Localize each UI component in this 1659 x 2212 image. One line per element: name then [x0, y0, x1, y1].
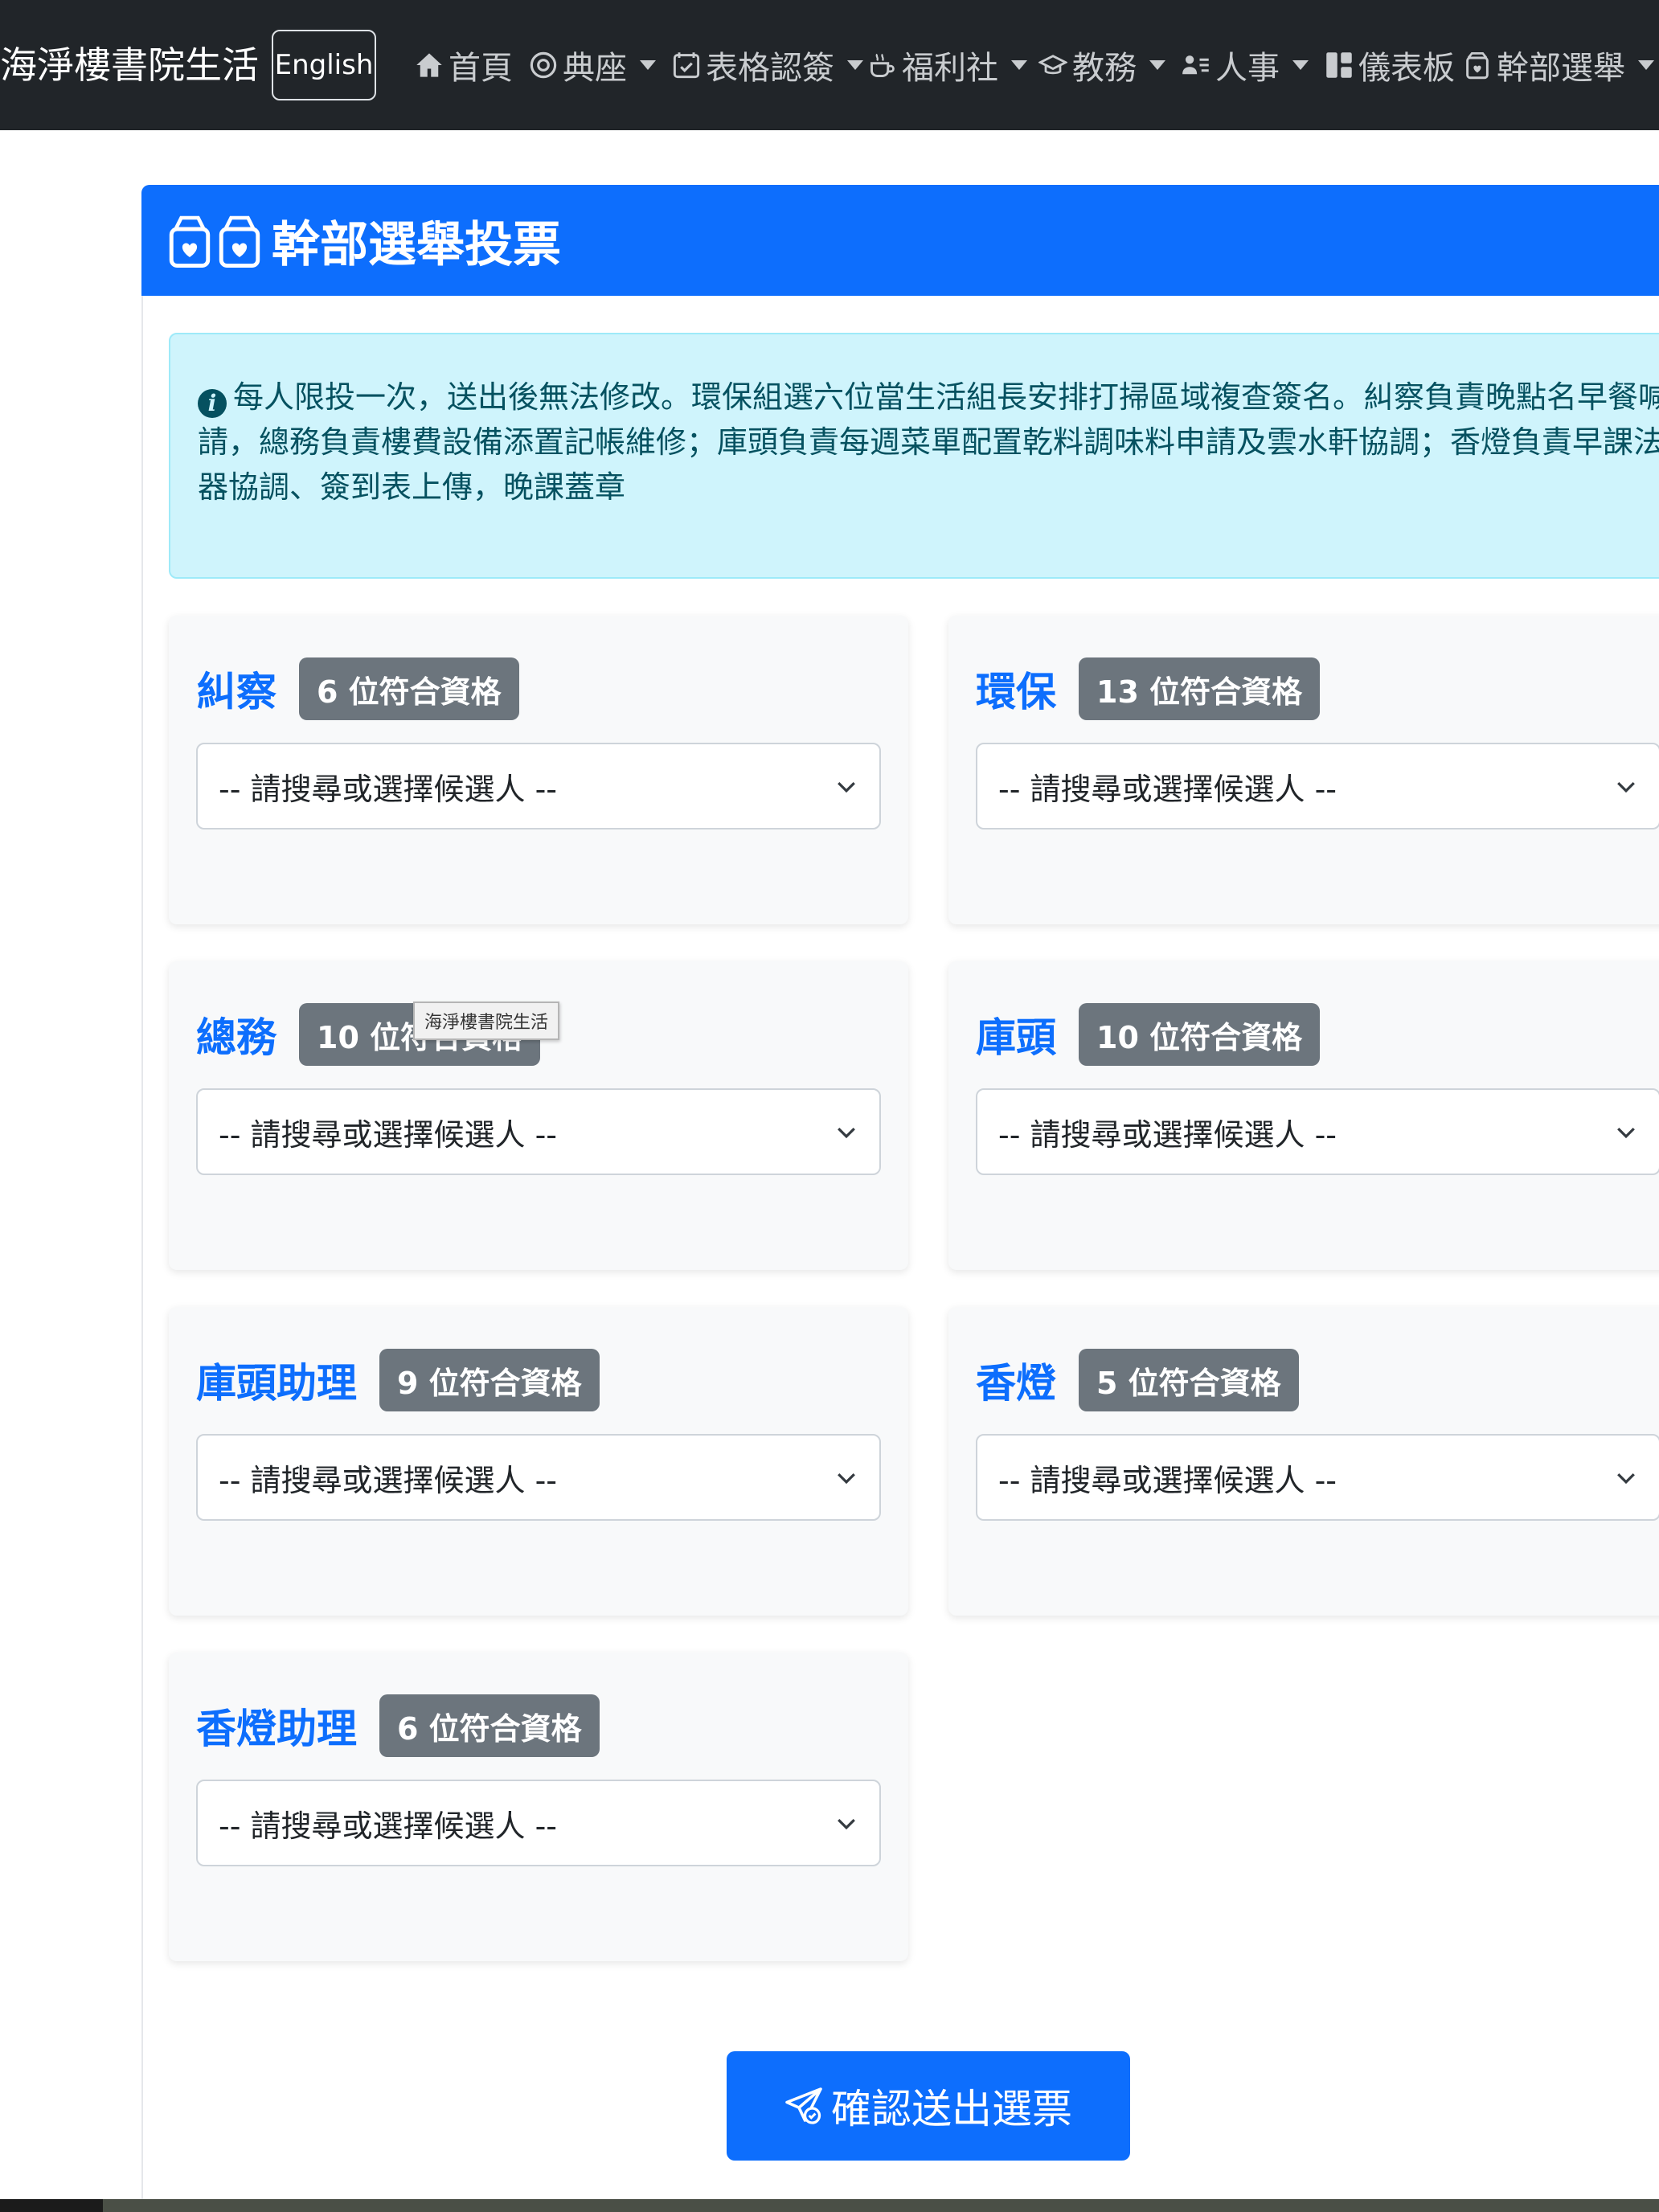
info-alert: i 每人限投一次，送出後無法修改。環保組選六位當生活組長安排打掃區域複查簽名。糾察…: [169, 333, 1659, 579]
position-name: 香燈助理: [196, 1706, 357, 1752]
position-box-kutou: 庫頭 10 位符合資格 -- 請搜尋或選擇候選人 --: [948, 961, 1659, 1270]
candidate-select[interactable]: -- 請搜尋或選擇候選人 --: [976, 743, 1659, 830]
candidate-select-placeholder: -- 請搜尋或選擇候選人 --: [998, 771, 1337, 807]
nav-item-forms[interactable]: 表格認簽: [672, 0, 863, 130]
chevron-down-icon: [838, 781, 855, 793]
eligible-count-badge: 6 位符合資格: [379, 1694, 600, 1757]
position-name: 庫頭助理: [196, 1360, 357, 1407]
candidate-select-placeholder: -- 請搜尋或選擇候選人 --: [998, 1116, 1337, 1153]
chevron-down-icon: [1638, 60, 1654, 70]
calendar-check-icon: [673, 52, 700, 79]
nav-item-store[interactable]: 福利社: [868, 0, 1027, 130]
nav-item-label: 教務: [1072, 50, 1137, 87]
chevron-down-icon: [847, 60, 863, 70]
chevron-down-icon: [1292, 60, 1309, 70]
candidate-select-placeholder: -- 請搜尋或選擇候選人 --: [219, 1808, 558, 1844]
candidate-select-placeholder: -- 請搜尋或選擇候選人 --: [998, 1462, 1337, 1498]
eligible-count-badge: 5 位符合資格: [1079, 1349, 1299, 1411]
chevron-down-icon: [1617, 781, 1635, 793]
nav-item-election[interactable]: 幹部選舉: [1463, 0, 1654, 130]
submit-vote-label: 確認送出選票: [831, 2086, 1072, 2132]
position-box-xiangdeng: 香燈 5 位符合資格 -- 請搜尋或選擇候選人 --: [948, 1307, 1659, 1616]
candidate-select[interactable]: -- 請搜尋或選擇候選人 --: [976, 1434, 1659, 1521]
nav-item-label: 表格認簽: [706, 50, 834, 87]
position-name: 環保: [976, 669, 1056, 715]
eligible-count-badge: 9 位符合資格: [379, 1349, 600, 1411]
chevron-down-icon: [838, 1473, 855, 1485]
cup-hot-icon: [870, 53, 895, 77]
top-navbar: 海淨樓書院生活 English 首頁 典座 表格認簽 福利社 教務 人事 儀表板…: [0, 0, 1659, 130]
nav-item-home[interactable]: 首頁: [415, 0, 513, 130]
candidate-select-placeholder: -- 請搜尋或選擇候選人 --: [219, 771, 558, 807]
chevron-down-icon: [1617, 1473, 1635, 1485]
background-strip: [0, 2199, 1659, 2212]
position-name: 香燈: [976, 1360, 1056, 1407]
candidate-select[interactable]: -- 請搜尋或選擇候選人 --: [196, 1780, 881, 1866]
house-icon: [416, 53, 442, 77]
position-box-huanbao: 環保 13 位符合資格 -- 請搜尋或選擇候選人 --: [948, 616, 1659, 924]
candidate-select[interactable]: -- 請搜尋或選擇候選人 --: [196, 743, 881, 830]
language-toggle-button[interactable]: English: [272, 30, 376, 100]
card-header: 幹部選舉投票: [141, 185, 1659, 296]
eligible-count-badge: 13 位符合資格: [1079, 657, 1321, 720]
background-strip-dark: [0, 2199, 103, 2212]
candidate-select[interactable]: -- 請搜尋或選擇候選人 --: [196, 1088, 881, 1175]
nav-item-personnel[interactable]: 人事: [1182, 0, 1309, 130]
hover-tooltip: 海淨樓書院生活: [413, 1002, 560, 1040]
person-lines-icon: [1182, 55, 1209, 75]
nav-item-label: 儀表板: [1358, 50, 1455, 87]
candidate-select-placeholder: -- 請搜尋或選擇候選人 --: [219, 1462, 558, 1498]
nav-item-academic[interactable]: 教務: [1038, 0, 1165, 130]
ballot-box-icon: [1466, 52, 1489, 80]
nav-item-label: 典座: [563, 50, 627, 87]
navbar-brand[interactable]: 海淨樓書院生活: [0, 0, 259, 130]
position-name: 庫頭: [976, 1014, 1056, 1061]
position-box-xiangdeng-assistant: 香燈助理 6 位符合資格 -- 請搜尋或選擇候選人 --: [169, 1653, 908, 1961]
position-box-kutou-assistant: 庫頭助理 9 位符合資格 -- 請搜尋或選擇候選人 --: [169, 1307, 908, 1616]
eligible-count-badge: 6 位符合資格: [299, 657, 519, 720]
page-title: 幹部選舉投票: [272, 216, 561, 273]
ballot-box-icon: [167, 212, 267, 268]
position-box-jiucha: 糾察 6 位符合資格 -- 請搜尋或選擇候選人 --: [169, 616, 908, 924]
candidate-select[interactable]: -- 請搜尋或選擇候選人 --: [196, 1434, 881, 1521]
chevron-down-icon: [838, 1127, 855, 1139]
chevron-down-icon: [838, 1818, 855, 1830]
nav-item-kitchen[interactable]: 典座: [529, 0, 656, 130]
position-name: 糾察: [196, 669, 276, 715]
chevron-down-icon: [1617, 1127, 1635, 1139]
position-name: 總務: [196, 1014, 276, 1061]
nav-item-dashboard[interactable]: 儀表板: [1325, 0, 1455, 130]
candidate-select[interactable]: -- 請搜尋或選擇候選人 --: [976, 1088, 1659, 1175]
mortarboard-icon: [1038, 55, 1067, 75]
alert-text: 每人限投一次，送出後無法修改。環保組選六位當生活組長安排打掃區域複查簽名。糾察負…: [198, 379, 1659, 505]
nav-item-label: 福利社: [902, 50, 998, 87]
chevron-down-icon: [1149, 60, 1165, 70]
nav-item-label: 幹部選舉: [1497, 50, 1625, 87]
dashboard-icon: [1326, 52, 1352, 78]
info-circle-icon: i: [198, 389, 227, 418]
nav-item-label: 人事: [1215, 50, 1280, 87]
chevron-down-icon: [640, 60, 656, 70]
eligible-count-badge: 10 位符合資格: [1079, 1003, 1321, 1066]
submit-vote-button[interactable]: 確認送出選票: [727, 2051, 1130, 2161]
nav-item-label: 首頁: [449, 50, 513, 87]
chevron-down-icon: [1011, 60, 1027, 70]
bowl-icon: [530, 51, 557, 79]
send-check-icon: [785, 2087, 822, 2124]
candidate-select-placeholder: -- 請搜尋或選擇候選人 --: [219, 1116, 558, 1153]
